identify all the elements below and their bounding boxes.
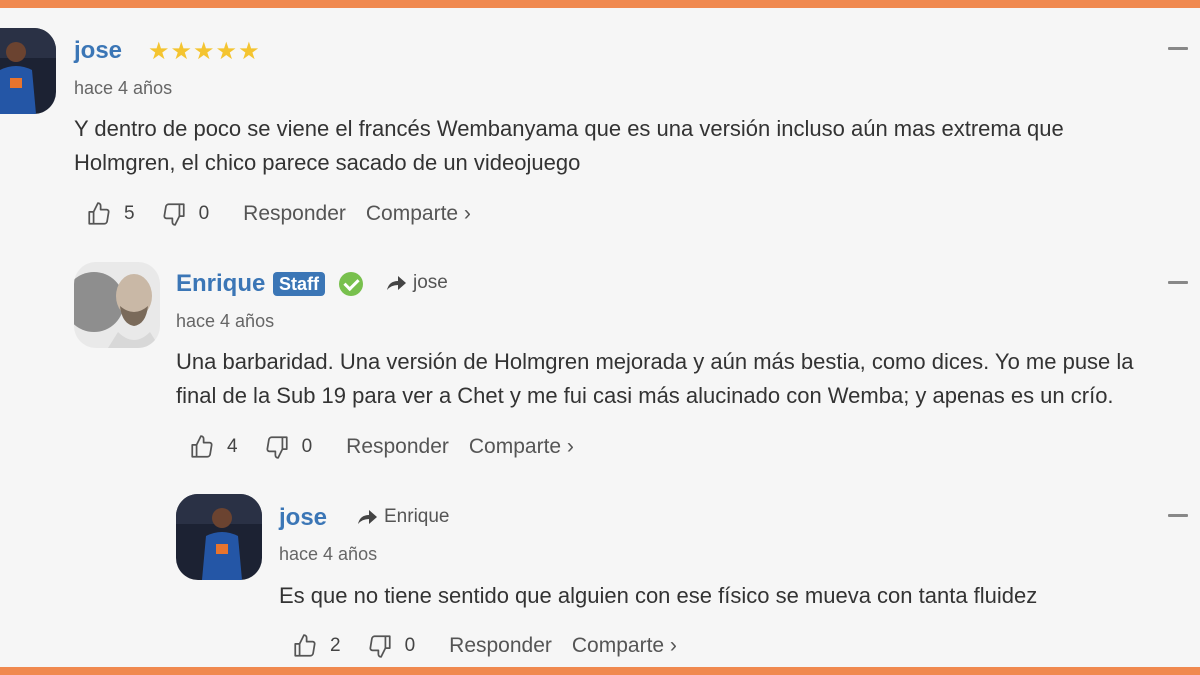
thumbs-down-icon[interactable] bbox=[264, 434, 290, 460]
reply-to-name: Enrique bbox=[384, 506, 450, 527]
minimize-icon[interactable] bbox=[1168, 47, 1188, 50]
dislike-count: 0 bbox=[404, 635, 416, 656]
thumbs-down-icon[interactable] bbox=[161, 201, 187, 227]
bottom-border bbox=[0, 667, 1200, 675]
comment-text-line: Es que no tiene sentido que alguien con … bbox=[279, 583, 1038, 608]
reply-button[interactable]: Responder bbox=[243, 202, 346, 226]
comment-actions: 2 0 Responder Comparte › bbox=[292, 631, 677, 661]
avatar[interactable] bbox=[74, 262, 160, 348]
author-name[interactable]: jose bbox=[279, 504, 327, 532]
comment-text: Y dentro de poco se viene el francés Wem… bbox=[74, 112, 1064, 180]
minimize-icon[interactable] bbox=[1168, 281, 1188, 284]
verified-check-icon bbox=[339, 272, 363, 296]
comment-text-line: Una barbaridad. Una versión de Holmgren … bbox=[176, 349, 1134, 374]
comment-text-line: Y dentro de poco se viene el francés Wem… bbox=[74, 116, 1064, 141]
reply-button[interactable]: Responder bbox=[346, 435, 449, 459]
like-count: 2 bbox=[330, 635, 341, 656]
thumbs-up-icon[interactable] bbox=[189, 434, 215, 460]
thumbs-up-icon[interactable] bbox=[292, 633, 318, 659]
player-photo-icon bbox=[176, 494, 262, 580]
dislike-count: 0 bbox=[301, 436, 313, 457]
reply-to-name: jose bbox=[413, 272, 448, 293]
comment-text: Una barbaridad. Una versión de Holmgren … bbox=[176, 345, 1200, 413]
author-name[interactable]: Enrique bbox=[176, 270, 265, 298]
reply-to[interactable]: jose bbox=[385, 272, 448, 294]
avatar[interactable] bbox=[0, 28, 56, 114]
like-count: 4 bbox=[227, 436, 238, 457]
comment-text-line: final de la Sub 19 para ver a Chet y me … bbox=[176, 383, 1114, 408]
rating-stars: ★★★★★ bbox=[148, 38, 261, 65]
comment-text-line: Holmgren, el chico parece sacado de un v… bbox=[74, 150, 581, 175]
like-count: 5 bbox=[124, 203, 135, 224]
timestamp[interactable]: hace 4 años bbox=[176, 311, 274, 332]
timestamp[interactable]: hace 4 años bbox=[279, 544, 377, 565]
reply-arrow-icon bbox=[358, 510, 377, 524]
top-border bbox=[0, 0, 1200, 8]
thumbs-up-icon[interactable] bbox=[86, 201, 112, 227]
comment-actions: 4 0 Responder Comparte › bbox=[189, 432, 574, 462]
dislike-count: 0 bbox=[198, 203, 210, 224]
share-button[interactable]: Comparte › bbox=[366, 202, 471, 226]
minimize-icon[interactable] bbox=[1168, 514, 1188, 517]
thumbs-down-icon[interactable] bbox=[367, 633, 393, 659]
staff-badge: Staff bbox=[273, 272, 325, 296]
reply-to[interactable]: Enrique bbox=[356, 506, 450, 528]
reply-arrow-icon bbox=[387, 276, 406, 290]
author-name[interactable]: jose bbox=[74, 37, 122, 65]
person-photo-icon bbox=[74, 262, 160, 348]
avatar[interactable] bbox=[176, 494, 262, 580]
share-button[interactable]: Comparte › bbox=[469, 435, 574, 459]
comment-actions: 5 0 Responder Comparte › bbox=[86, 199, 471, 229]
timestamp[interactable]: hace 4 años bbox=[74, 78, 172, 99]
comment-text: Es que no tiene sentido que alguien con … bbox=[279, 579, 1037, 613]
reply-button[interactable]: Responder bbox=[449, 634, 552, 658]
share-button[interactable]: Comparte › bbox=[572, 634, 677, 658]
player-photo-icon bbox=[0, 28, 56, 114]
